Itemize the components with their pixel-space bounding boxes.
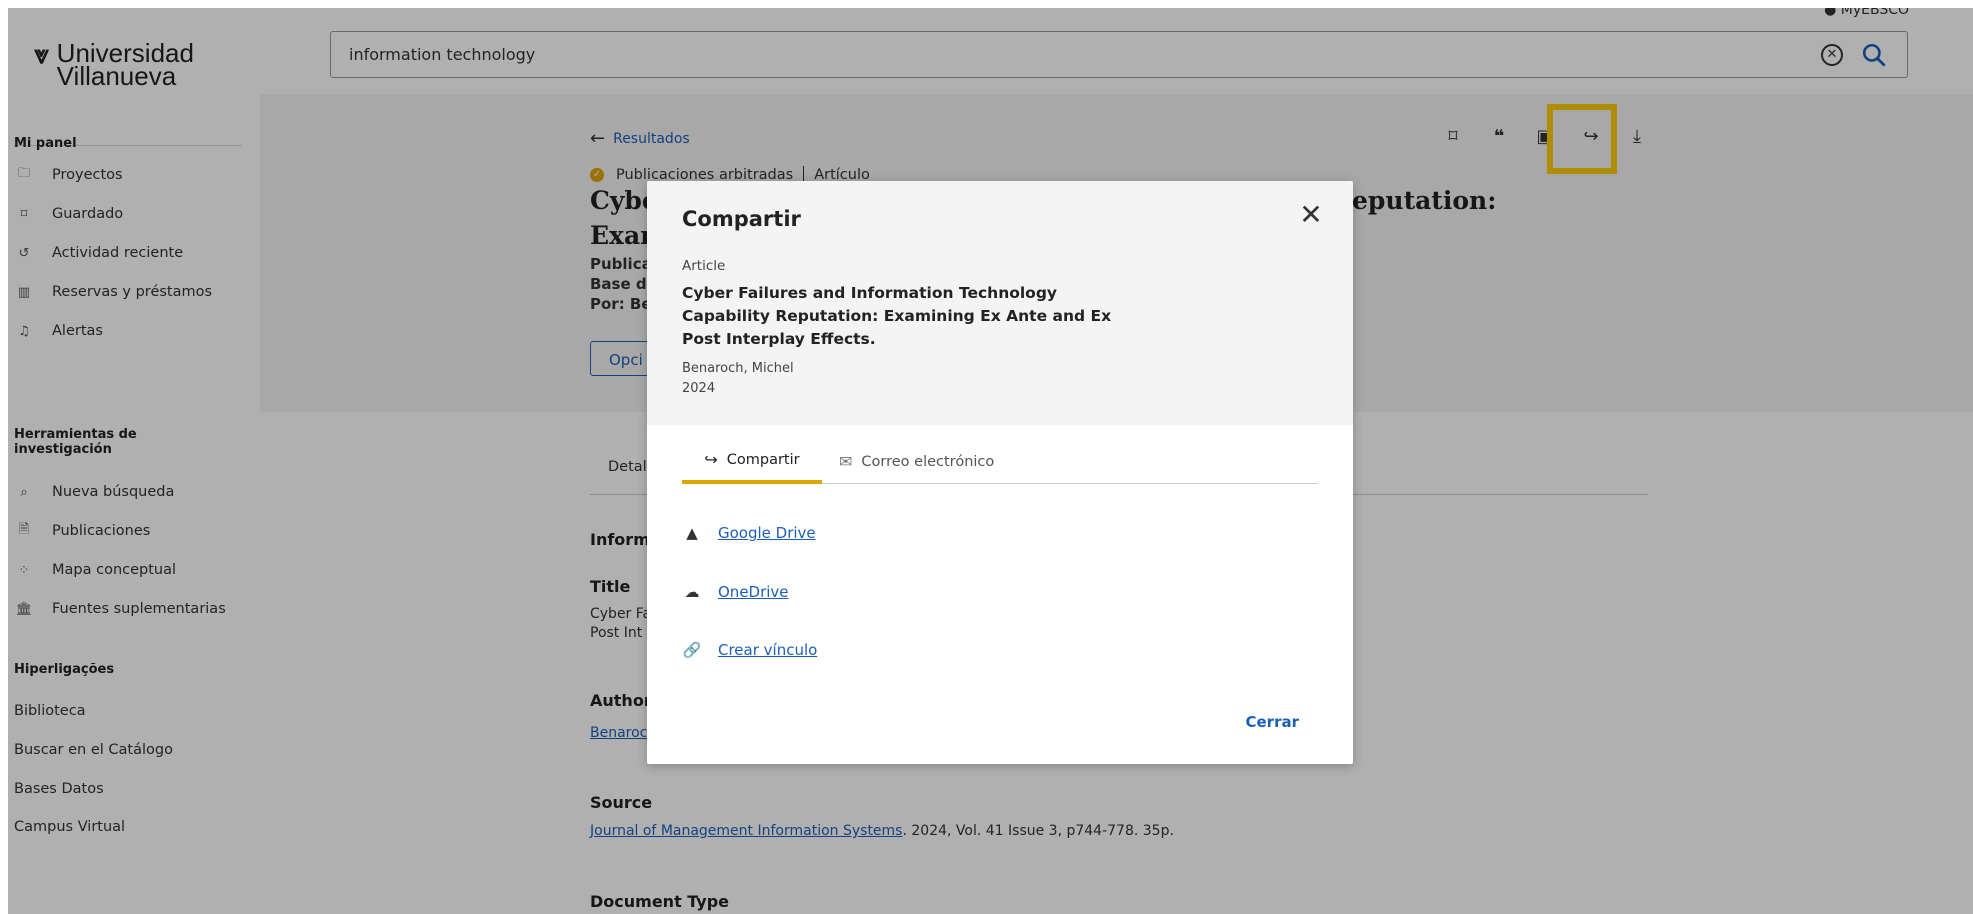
screen-edge-top [0,0,1973,8]
link-icon: 🔗 [682,641,702,659]
share-option-label: OneDrive [718,583,789,601]
share-dialog: Compartir ✕ Article Cyber Failures and I… [647,181,1353,764]
tab-email[interactable]: ✉ Correo electrónico [839,439,994,484]
tab-email-label: Correo electrónico [861,453,995,470]
article-year: 2024 [682,381,716,396]
share-option-label: Google Drive [718,524,816,542]
share-icon: ↪ [704,450,718,469]
tab-share[interactable]: ↪ Compartir [682,439,822,484]
google-drive-icon: ▲ [686,524,698,542]
article-type-label: Article [682,258,726,274]
screen-edge-left [0,0,8,914]
share-option-google-drive[interactable]: ▲ Google Drive [682,524,816,542]
article-title: Cyber Failures and Information Technolog… [682,284,1112,348]
close-button[interactable]: Cerrar [1246,713,1300,731]
cloud-icon: ☁ [684,583,700,601]
share-dialog-tabs: ↪ Compartir ✉ Correo electrónico [682,439,1318,484]
share-option-onedrive[interactable]: ☁ OneDrive [682,583,789,601]
article-author: Benaroch, Michel [682,361,794,376]
close-icon[interactable]: ✕ [1297,201,1325,229]
envelope-icon: ✉ [839,452,853,471]
share-option-label: Crear vínculo [718,641,818,659]
share-dialog-title: Compartir [682,207,801,231]
share-option-create-link[interactable]: 🔗 Crear vínculo [682,641,818,659]
tab-share-label: Compartir [726,451,800,468]
